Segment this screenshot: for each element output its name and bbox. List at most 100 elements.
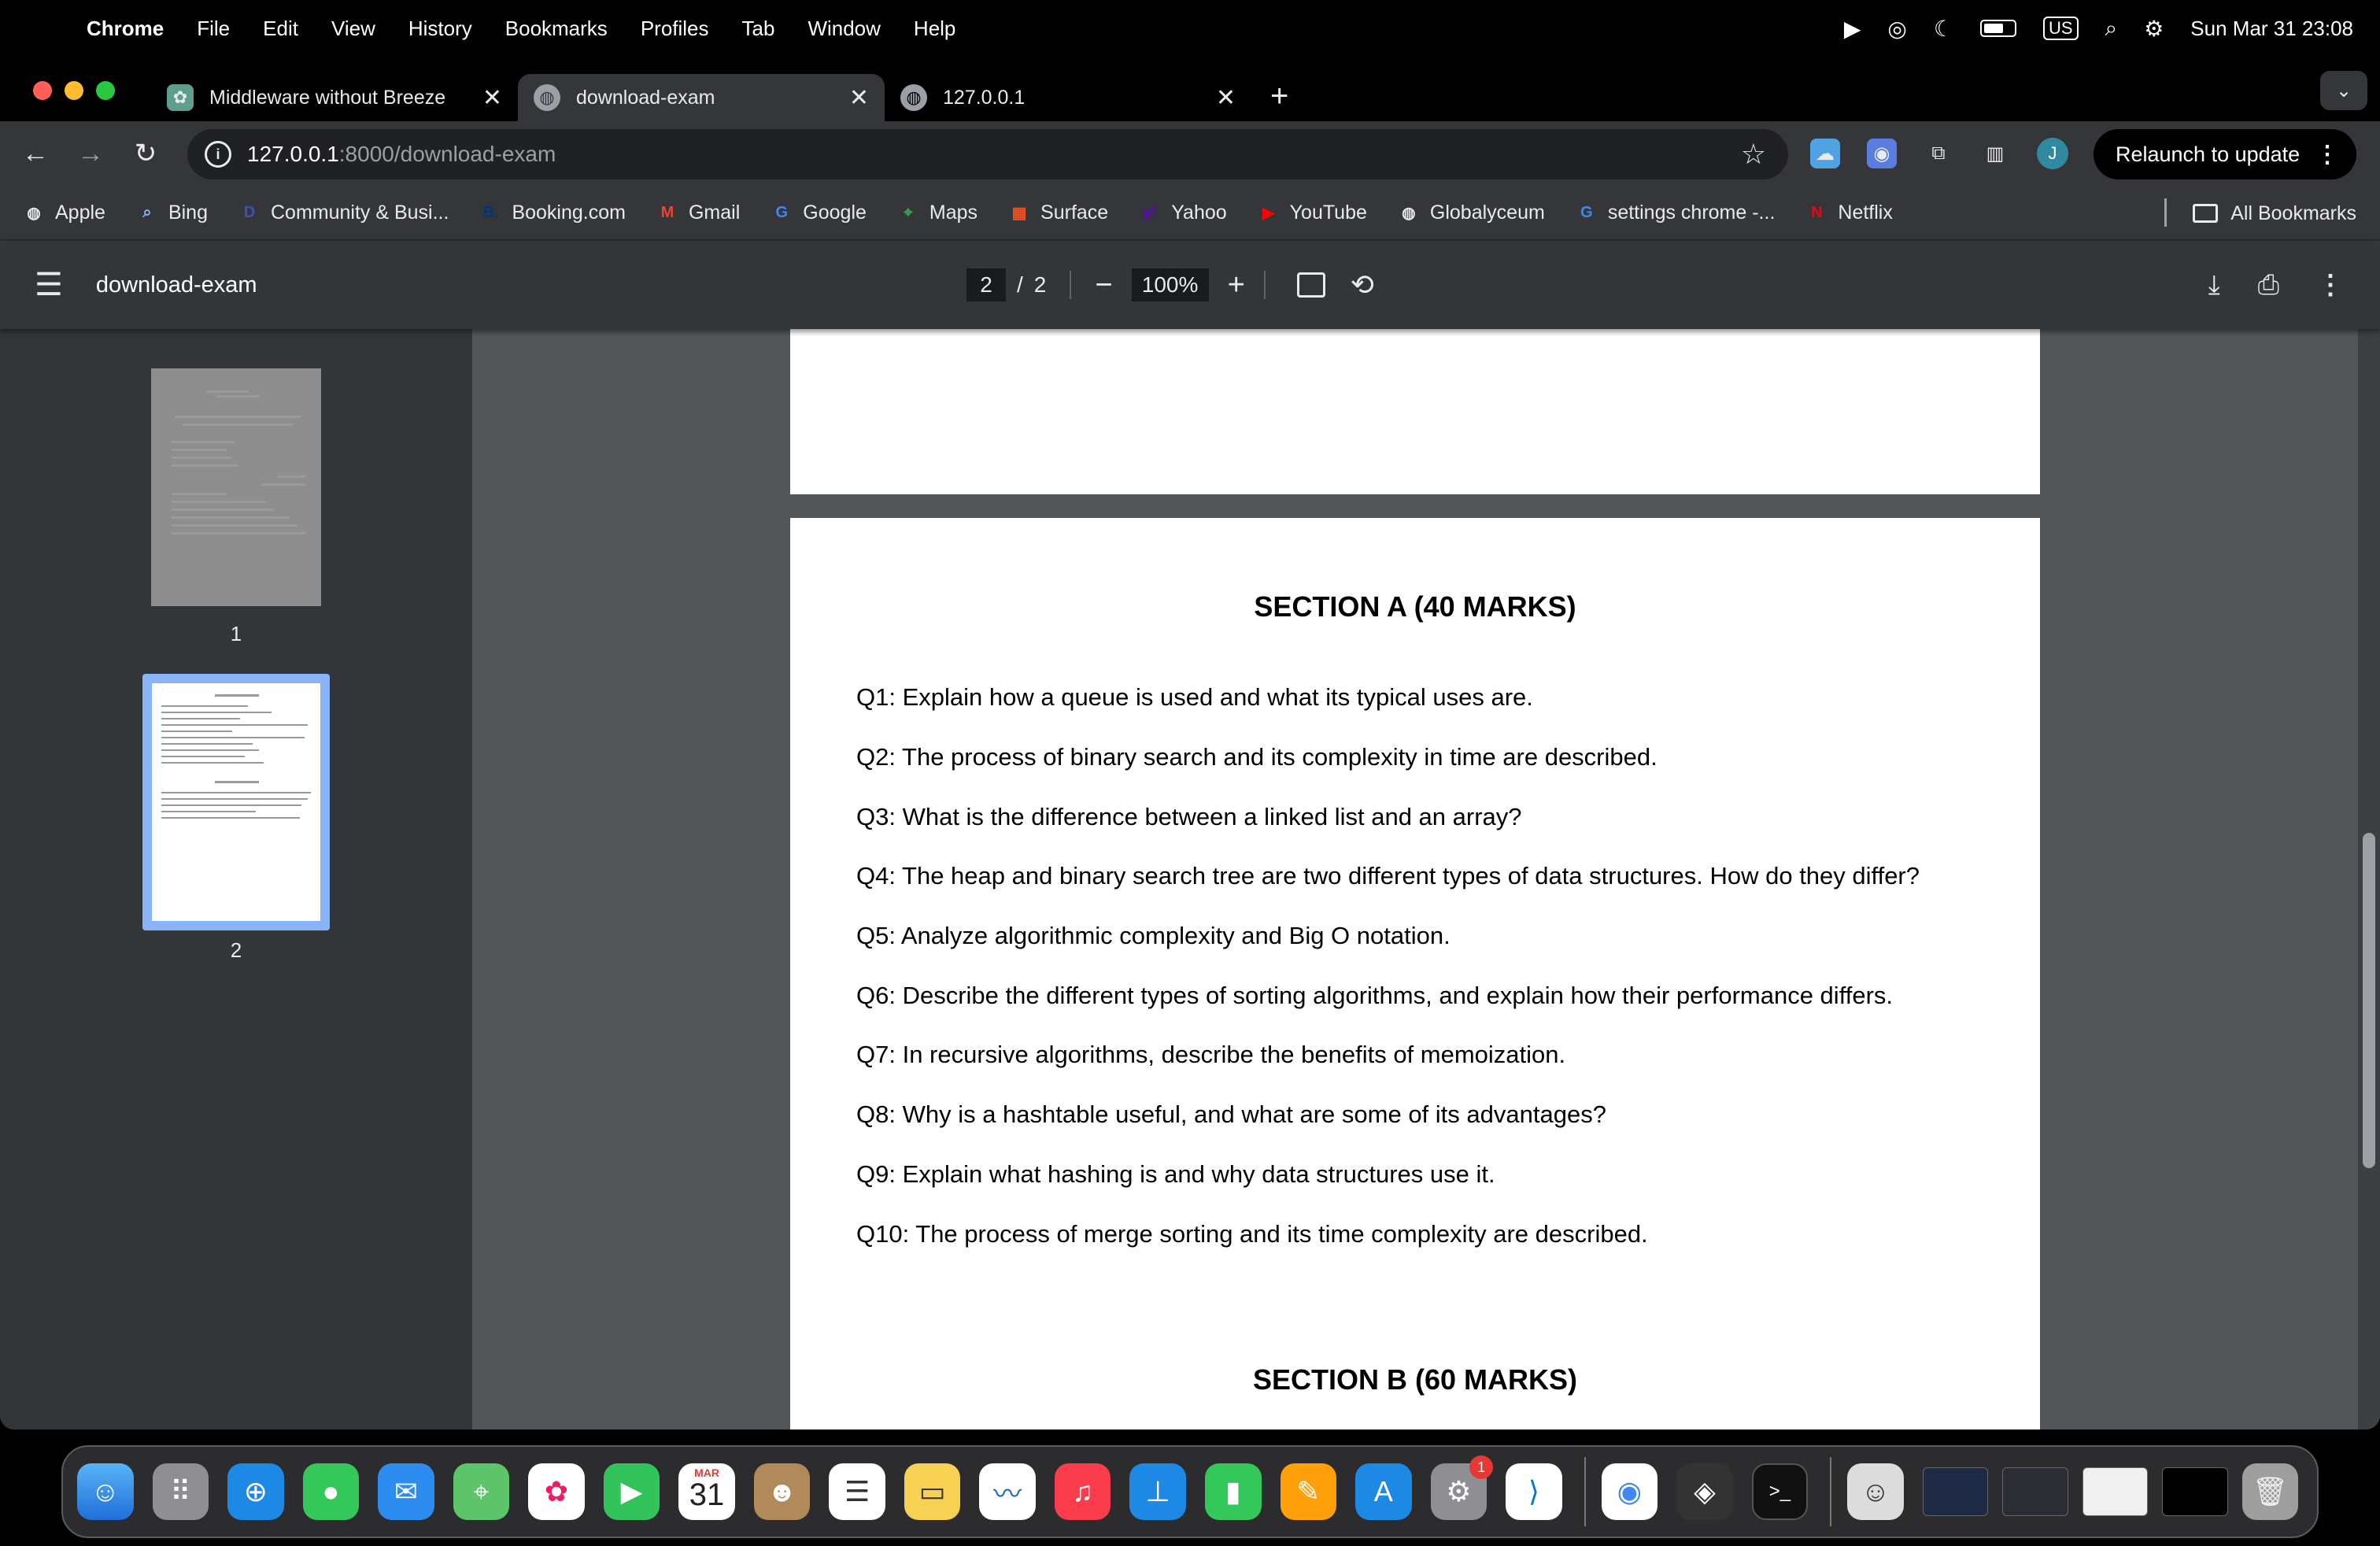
close-window-button[interactable] bbox=[33, 81, 52, 100]
bookmark-item[interactable]: ▦ Surface bbox=[1007, 201, 1109, 224]
profile-avatar[interactable]: J bbox=[2037, 138, 2068, 169]
bookmark-item[interactable]: D Community & Busi... bbox=[238, 201, 449, 224]
page-thumbnail-1[interactable] bbox=[151, 368, 321, 606]
input-source-indicator[interactable]: US bbox=[2042, 17, 2079, 40]
terminal-icon[interactable]: >_ bbox=[1751, 1463, 1809, 1520]
close-tab-icon[interactable]: ✕ bbox=[849, 84, 869, 112]
new-tab-icon[interactable]: + bbox=[1270, 79, 1288, 114]
now-playing-icon[interactable]: ▶ bbox=[1844, 16, 1861, 42]
menu-file[interactable]: File bbox=[197, 17, 230, 41]
reload-icon[interactable]: ↻ bbox=[118, 138, 173, 169]
vscode-icon[interactable]: ⟩ bbox=[1506, 1463, 1562, 1520]
close-tab-icon[interactable]: ✕ bbox=[1216, 84, 1236, 112]
menu-clock[interactable]: Sun Mar 31 23:08 bbox=[2190, 17, 2353, 41]
bookmark-item[interactable]: y! Yahoo bbox=[1138, 201, 1226, 224]
contacts-icon[interactable]: ☻ bbox=[753, 1463, 811, 1520]
cloud-extension-icon[interactable]: ☁ bbox=[1810, 139, 1840, 168]
tab-localhost[interactable]: ◍ 127.0.0.1 ✕ bbox=[885, 74, 1251, 121]
airdrop-icon[interactable]: ◎ bbox=[1887, 16, 1906, 42]
tab-search-chevron-icon[interactable]: ⌄ bbox=[2320, 71, 2367, 110]
menu-view[interactable]: View bbox=[331, 17, 375, 41]
bookmark-item[interactable]: ⌖ Maps bbox=[896, 201, 978, 224]
bookmark-item[interactable]: ⌕ Bing bbox=[135, 201, 208, 224]
freeform-icon[interactable]: 〰 bbox=[979, 1463, 1036, 1520]
trash-icon[interactable]: 🗑 bbox=[2241, 1463, 2299, 1520]
control-center-icon[interactable]: ⚙ bbox=[2144, 16, 2164, 42]
maps-icon[interactable]: ⌖ bbox=[453, 1463, 510, 1520]
menu-app-name[interactable]: Chrome bbox=[87, 17, 164, 41]
rotate-icon[interactable]: ⟲ bbox=[1351, 268, 1374, 301]
minimized-window-preview[interactable] bbox=[2162, 1467, 2228, 1516]
extensions-puzzle-icon[interactable]: ⧉ bbox=[1924, 139, 1953, 168]
chrome-menu-icon[interactable]: ⋮ bbox=[2315, 141, 2339, 168]
forward-arrow-icon[interactable]: → bbox=[63, 139, 118, 169]
tab-download-exam[interactable]: ◍ download-exam ✕ bbox=[518, 74, 885, 121]
menu-profiles[interactable]: Profiles bbox=[641, 17, 709, 41]
tab-middleware[interactable]: ✿ Middleware without Breeze ✕ bbox=[151, 74, 518, 121]
page-number-input[interactable]: 2 bbox=[966, 268, 1006, 301]
unity-icon[interactable]: ◈ bbox=[1676, 1463, 1733, 1520]
menu-edit[interactable]: Edit bbox=[263, 17, 298, 41]
reminders-icon[interactable]: ☰ bbox=[829, 1463, 885, 1520]
numbers-icon[interactable]: ▮ bbox=[1204, 1463, 1262, 1520]
menu-bookmarks[interactable]: Bookmarks bbox=[505, 17, 608, 41]
relaunch-to-update-button[interactable]: Relaunch to update ⋮ bbox=[2094, 129, 2356, 179]
menu-history[interactable]: History bbox=[408, 17, 472, 41]
zoom-level-input[interactable]: 100% bbox=[1131, 268, 1209, 301]
download-icon[interactable]: ⤓ bbox=[2208, 270, 2220, 301]
launchpad-icon[interactable]: ⠿ bbox=[152, 1463, 209, 1520]
chrome-icon[interactable]: ◉ bbox=[1601, 1463, 1658, 1520]
safari-icon[interactable]: ⊕ bbox=[227, 1463, 284, 1520]
calendar-icon[interactable]: MAR 31 bbox=[678, 1463, 735, 1520]
all-bookmarks-button[interactable]: All Bookmarks bbox=[2193, 186, 2356, 241]
bookmark-item[interactable]: ◍ Apple bbox=[22, 201, 105, 224]
zoom-in-icon[interactable]: + bbox=[1228, 268, 1245, 302]
bookmark-item[interactable]: Gsettings chrome -... bbox=[1575, 201, 1775, 224]
bookmark-item[interactable]: ▶ YouTube bbox=[1257, 201, 1367, 224]
site-info-icon[interactable]: i bbox=[205, 141, 231, 168]
side-panel-icon[interactable]: ▥ bbox=[1980, 139, 2010, 168]
photo-preview-icon[interactable]: ☺ bbox=[1847, 1463, 1904, 1520]
mail-icon[interactable]: ✉ bbox=[378, 1463, 434, 1520]
spotlight-search-icon[interactable]: ⌕ bbox=[2105, 16, 2118, 42]
minimized-window-preview[interactable] bbox=[2002, 1467, 2068, 1516]
menu-window[interactable]: Window bbox=[808, 17, 880, 41]
page-thumbnail-2[interactable] bbox=[152, 683, 320, 921]
bookmark-item[interactable]: G Google bbox=[770, 201, 867, 224]
close-tab-icon[interactable]: ✕ bbox=[482, 84, 502, 112]
app-store-icon[interactable]: A bbox=[1355, 1463, 1412, 1520]
finder-icon[interactable]: ☺ bbox=[77, 1463, 134, 1520]
address-bar[interactable]: i 127.0.0.1 :8000/download-exam ☆ bbox=[187, 129, 1788, 179]
print-icon[interactable]: ⎙ bbox=[2258, 270, 2279, 301]
bookmark-item[interactable]: ◍ Globalyceum bbox=[1397, 201, 1545, 224]
facetime-icon[interactable]: ▶ bbox=[603, 1463, 660, 1520]
bookmark-item[interactable]: B. Booking.com bbox=[479, 201, 626, 224]
bookmark-item[interactable]: M Gmail bbox=[656, 201, 741, 224]
notes-icon[interactable]: ▭ bbox=[904, 1463, 961, 1520]
photos-icon[interactable]: ✿ bbox=[528, 1463, 585, 1520]
page-thumbnail-2-selected[interactable] bbox=[142, 674, 330, 930]
zoom-window-button[interactable] bbox=[96, 81, 115, 100]
more-actions-icon[interactable]: ⋮ bbox=[2317, 269, 2344, 301]
scrollbar-thumb[interactable] bbox=[2363, 833, 2375, 1168]
screenshot-extension-icon[interactable]: ◉ bbox=[1867, 139, 1897, 168]
focus-moon-icon[interactable]: ☾ bbox=[1934, 16, 1953, 42]
back-arrow-icon[interactable]: ← bbox=[8, 139, 63, 169]
zoom-out-icon[interactable]: − bbox=[1095, 268, 1112, 302]
pages-icon[interactable]: ✎ bbox=[1280, 1463, 1337, 1520]
music-icon[interactable]: ♫ bbox=[1054, 1463, 1111, 1520]
sidebar-menu-icon[interactable]: ☰ bbox=[35, 267, 63, 303]
menu-tab[interactable]: Tab bbox=[742, 17, 775, 41]
bookmark-item[interactable]: N Netflix bbox=[1805, 201, 1893, 224]
fit-to-page-icon[interactable] bbox=[1296, 272, 1325, 298]
pdf-scrollbar[interactable] bbox=[2358, 329, 2380, 1429]
system-settings-icon[interactable]: ⚙ 1 bbox=[1430, 1455, 1494, 1520]
minimized-window-preview[interactable] bbox=[2082, 1467, 2149, 1516]
messages-icon[interactable]: ● bbox=[302, 1463, 360, 1520]
keynote-icon[interactable]: ⊥ bbox=[1129, 1463, 1186, 1520]
menu-help[interactable]: Help bbox=[914, 17, 955, 41]
minimize-window-button[interactable] bbox=[65, 81, 83, 100]
battery-icon[interactable] bbox=[1979, 20, 2016, 37]
minimized-window-preview[interactable] bbox=[1922, 1467, 1989, 1516]
bookmark-star-icon[interactable]: ☆ bbox=[1741, 138, 1766, 171]
